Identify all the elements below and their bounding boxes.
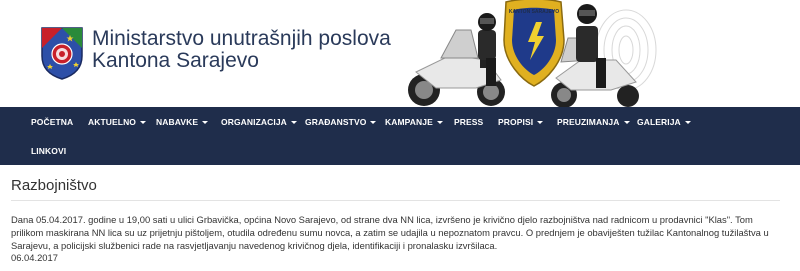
nav-item-aktuelno[interactable]: AKTUELNO <box>88 117 147 127</box>
nav-item-nabavke[interactable]: NABAVKE <box>156 117 209 127</box>
chevron-down-icon <box>436 121 443 124</box>
page-title: Razbojništvo <box>11 177 97 194</box>
police-badge-icon: KANTON SARAJEVO <box>503 0 565 87</box>
chevron-down-icon <box>623 121 630 124</box>
nav-item-propisi[interactable]: PROPISI <box>498 117 544 127</box>
chevron-down-icon <box>684 121 691 124</box>
chevron-down-icon <box>290 121 297 124</box>
site-title[interactable]: Ministarstvo unutrašnjih poslova Kantona… <box>92 28 391 72</box>
nav-item-kampanje[interactable]: KAMPANJE <box>385 117 443 127</box>
article-body: Dana 05.04.2017. godine u 19,00 sati u u… <box>11 214 769 251</box>
nav-item-galerija[interactable]: GALERIJA <box>637 117 691 127</box>
chevron-down-icon <box>370 121 377 124</box>
site-title-line1: Ministarstvo unutrašnjih poslova <box>92 27 391 50</box>
nav-item-pocetna[interactable]: POČETNA <box>31 117 73 127</box>
chevron-down-icon <box>537 121 544 124</box>
svg-text:KANTON SARAJEVO: KANTON SARAJEVO <box>509 9 559 15</box>
nav-item-gradanstvo[interactable]: GRAĐANSTVO <box>305 117 377 127</box>
site-title-line2: Kantona Sarajevo <box>92 49 259 72</box>
nav-item-linkovi[interactable]: LINKOVI <box>31 146 66 156</box>
nav-item-press[interactable]: PRESS <box>454 117 483 127</box>
chevron-down-icon <box>202 121 209 124</box>
nav-item-organizacija[interactable]: ORGANIZACIJA <box>221 117 297 127</box>
police-motorcycles-image: KANTON SARAJEVO <box>408 0 657 107</box>
article-date: 06.04.2017 <box>11 252 58 263</box>
site-header: Ministarstvo unutrašnjih poslova Kantona… <box>0 0 800 107</box>
main-navigation: POČETNA AKTUELNO NABAVKE ORGANIZACIJA GR… <box>0 107 800 165</box>
chevron-down-icon <box>140 121 147 124</box>
nav-item-preuzimanja[interactable]: PREUZIMANJA <box>557 117 630 127</box>
coat-of-arms-logo[interactable] <box>40 26 84 80</box>
title-divider <box>11 200 780 201</box>
